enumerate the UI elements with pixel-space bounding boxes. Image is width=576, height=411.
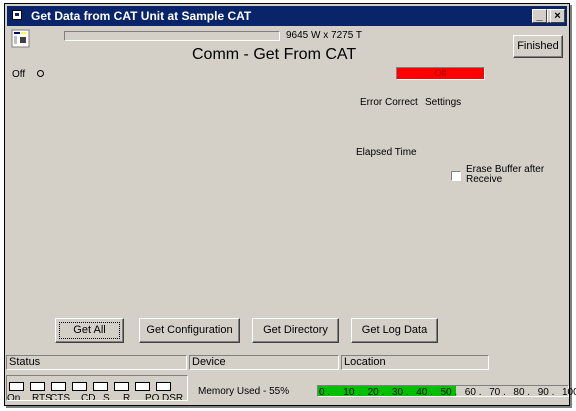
settings-label: Settings (425, 97, 462, 108)
title-bar[interactable]: Get Data from CAT Unit at Sample CAT _ □ (7, 6, 567, 26)
elapsed-time-label: Elapsed Time (356, 147, 417, 158)
window-title: Get Data from CAT Unit at Sample CAT (31, 9, 252, 23)
device-panel: Device (189, 355, 339, 370)
indicator-frame (6, 375, 188, 401)
error-correct-label: Error Correct (360, 97, 418, 108)
get-log-data-button[interactable]: Get Log Data (351, 318, 438, 343)
memory-tick-label: 90 . (537, 387, 555, 398)
connection-status-indicator: Off (396, 67, 485, 80)
dimension-text: 9645 W x 7275 T (286, 30, 362, 41)
erase-buffer-label-receive: Receive (466, 174, 503, 185)
memory-tick-label: 70 . (489, 387, 506, 398)
comm-window: Get Data from CAT Unit at Sample CAT _ □… (4, 3, 576, 406)
off-label: Off (12, 69, 26, 80)
get-all-label: Get All (73, 324, 106, 336)
get-directory-button[interactable]: Get Directory (252, 318, 339, 343)
device-label: Device (192, 356, 226, 368)
transfer-progress-bar (64, 31, 280, 41)
erase-buffer-checkbox[interactable] (451, 171, 461, 181)
page-title: Comm - Get From CAT (192, 46, 357, 63)
close-button[interactable]: × (550, 9, 565, 23)
memory-tick-label: 10 . (343, 387, 360, 398)
memory-used-label: Memory Used - 55% (198, 386, 290, 397)
memory-tick-label: 100 (562, 387, 576, 398)
close-icon: × (554, 10, 561, 22)
memory-tick-label: 60 . (464, 387, 482, 398)
memory-gauge-fill (318, 386, 456, 396)
memory-tick-label: 40 . (416, 387, 433, 398)
location-panel: Location (341, 355, 489, 370)
get-all-button[interactable]: Get All (55, 318, 124, 343)
finished-label: Finished (517, 40, 559, 52)
memory-tick-label: 0 . (319, 387, 331, 398)
minimize-icon: _ (536, 10, 543, 22)
get-configuration-label: Get Configuration (146, 324, 233, 336)
get-directory-label: Get Directory (263, 324, 328, 336)
memory-tick-label: 30 . (391, 387, 409, 398)
status-label: Status (9, 356, 41, 368)
status-panel: Status (6, 355, 187, 370)
minimize-button[interactable]: _ (532, 9, 547, 23)
finished-button[interactable]: Finished (513, 35, 563, 58)
location-label: Location (344, 356, 386, 368)
connection-status-label: Off (434, 68, 447, 78)
memory-tick-label: 80 . (513, 387, 531, 398)
off-radio[interactable] (37, 70, 44, 77)
device-icon (11, 29, 30, 48)
get-log-data-label: Get Log Data (361, 324, 428, 336)
memory-tick-label: 20 . (367, 387, 385, 398)
memory-tick-label: 50 . (440, 387, 458, 398)
get-configuration-button[interactable]: Get Configuration (139, 318, 240, 343)
app-icon[interactable] (12, 10, 22, 20)
